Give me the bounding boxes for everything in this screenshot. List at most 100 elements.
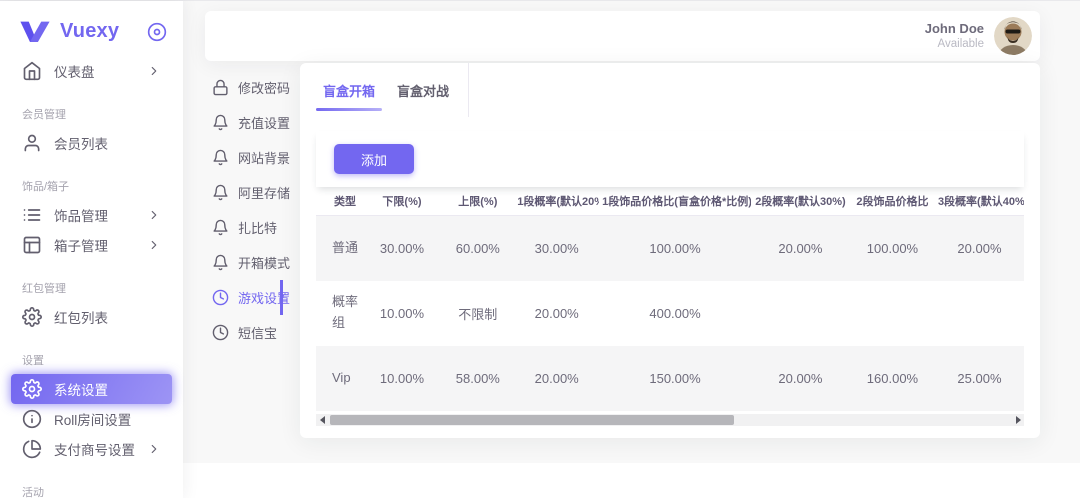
sidebar-item-label: 会员列表 <box>54 133 108 153</box>
bell-icon <box>212 254 229 271</box>
layout-icon <box>22 235 42 255</box>
table-column-header: 下限(%) <box>363 187 442 216</box>
table-column-header: 类型 <box>316 187 363 216</box>
add-button[interactable]: 添加 <box>334 144 414 174</box>
row-value-cell: 100.00% <box>850 216 935 281</box>
table-row: Vip10.00%58.00%20.00%150.00%20.00%160.00… <box>316 346 1024 411</box>
scrollbar-thumb[interactable] <box>330 415 734 425</box>
row-value-cell: 10.00% <box>363 281 442 346</box>
pie-chart-icon <box>22 439 42 459</box>
settings-menu-item-label: 修改密码 <box>238 78 290 97</box>
logo-row: Vuexy <box>0 1 183 56</box>
info-icon <box>22 409 42 429</box>
body-row: 修改密码充值设置网站背景阿里存储扎比特开箱模式游戏设置短信宝 盲盒开箱盲盒对战 … <box>183 63 1080 438</box>
row-value-cell <box>935 281 1024 346</box>
sidebar-section-label: 红包管理 <box>22 282 183 296</box>
scroll-right-arrow-icon[interactable] <box>1012 414 1024 426</box>
row-type-cell: 概率组 <box>316 281 363 346</box>
main-sidebar: Vuexy 仪表盘会员管理会员列表饰品/箱子饰品管理箱子管理红包管理红包列表设置… <box>0 1 183 498</box>
tabs: 盲盒开箱盲盒对战 <box>316 63 469 117</box>
table-toolbar: 添加 <box>316 131 1024 187</box>
chevron-right-icon <box>147 64 161 78</box>
top-header-bar: John Doe Available <box>205 11 1040 61</box>
sidebar-item-dashboard[interactable]: 仪表盘 <box>11 56 172 86</box>
settings-menu-item-zhabite[interactable]: 扎比特 <box>183 210 283 245</box>
sidebar-nav: 仪表盘会员管理会员列表饰品/箱子饰品管理箱子管理红包管理红包列表设置系统设置Ro… <box>0 56 183 498</box>
sidebar-item-accessory-management[interactable]: 饰品管理 <box>11 200 172 230</box>
row-value-cell: 100.00% <box>599 216 751 281</box>
table-column-header: 1段饰品价格比(盲盒价格*比例) <box>599 187 751 216</box>
table-column-header: 上限(%) <box>441 187 514 216</box>
settings-menu: 修改密码充值设置网站背景阿里存储扎比特开箱模式游戏设置短信宝 <box>183 63 300 350</box>
main-area: John Doe Available <box>183 1 1080 463</box>
row-value-cell: 20.00% <box>751 346 850 411</box>
table-row: 概率组10.00%不限制20.00%400.00% <box>316 281 1024 346</box>
sidebar-item-label: 红包列表 <box>54 307 108 327</box>
settings-menu-item-label: 阿里存储 <box>238 183 290 202</box>
row-value-cell: 150.00% <box>599 346 751 411</box>
clock-icon <box>212 324 229 341</box>
settings-menu-item-unbox-mode[interactable]: 开箱模式 <box>183 245 283 280</box>
sidebar-item-box-management[interactable]: 箱子管理 <box>11 230 172 260</box>
table-column-header: 2段概率(默认30%) <box>751 187 850 216</box>
sidebar-item-member-list[interactable]: 会员列表 <box>11 128 172 158</box>
sidebar-item-label: 系统设置 <box>54 379 108 399</box>
settings-menu-item-label: 开箱模式 <box>238 253 290 272</box>
chevron-right-icon <box>147 442 161 456</box>
row-value-cell <box>751 281 850 346</box>
row-value-cell: 160.00% <box>850 346 935 411</box>
user-icon <box>22 133 42 153</box>
sidebar-item-payment-merchant-settings[interactable]: 支付商号设置 <box>11 434 172 464</box>
sidebar-item-label: 支付商号设置 <box>54 439 135 459</box>
chevron-right-icon <box>147 208 161 222</box>
sidebar-item-label: 仪表盘 <box>54 61 95 81</box>
row-value-cell: 20.00% <box>935 216 1024 281</box>
home-icon <box>22 61 42 81</box>
sidebar-item-label: 饰品管理 <box>54 205 108 225</box>
app-page: Vuexy 仪表盘会员管理会员列表饰品/箱子饰品管理箱子管理红包管理红包列表设置… <box>0 0 1080 498</box>
gear-icon <box>22 307 42 327</box>
user-info: John Doe Available <box>925 21 984 52</box>
row-value-cell: 30.00% <box>514 216 599 281</box>
tabs-row: 盲盒开箱盲盒对战 <box>300 63 1040 117</box>
probability-table: 类型下限(%)上限(%)1段概率(默认20%)1段饰品价格比(盲盒价格*比例)2… <box>316 187 1024 411</box>
sidebar-item-label: Roll房间设置 <box>54 409 131 429</box>
tab-blindbox-battle[interactable]: 盲盒对战 <box>390 63 456 117</box>
settings-menu-item-site-background[interactable]: 网站背景 <box>183 140 283 175</box>
settings-menu-item-recharge-settings[interactable]: 充值设置 <box>183 105 283 140</box>
sidebar-section-label: 设置 <box>22 354 183 368</box>
row-value-cell: 20.00% <box>514 281 599 346</box>
brand-name: Vuexy <box>60 20 119 43</box>
bell-icon <box>212 149 229 166</box>
row-value-cell: 30.00% <box>363 216 442 281</box>
row-value-cell: 25.00% <box>935 346 1024 411</box>
row-value-cell: 10.00% <box>363 346 442 411</box>
row-value-cell: 400.00% <box>599 281 751 346</box>
row-type-cell: Vip <box>316 346 363 411</box>
user-avatar[interactable] <box>994 17 1032 55</box>
sidebar-item-redpacket-list[interactable]: 红包列表 <box>11 302 172 332</box>
tab-blindbox-open[interactable]: 盲盒开箱 <box>316 63 382 117</box>
scroll-left-arrow-icon[interactable] <box>316 414 328 426</box>
table-column-header: 2段饰品价格比 <box>850 187 935 216</box>
settings-menu-item-sms-bao[interactable]: 短信宝 <box>183 315 283 350</box>
table-column-header: 3段概率(默认40%) <box>935 187 1024 216</box>
row-value-cell: 20.00% <box>751 216 850 281</box>
scrollbar-track[interactable] <box>328 414 1012 426</box>
sidebar-item-label: 箱子管理 <box>54 235 108 255</box>
row-value-cell: 60.00% <box>441 216 514 281</box>
settings-menu-item-change-password[interactable]: 修改密码 <box>183 70 283 105</box>
sidebar-collapse-disc-icon[interactable] <box>147 22 167 42</box>
sidebar-item-roll-room-settings[interactable]: Roll房间设置 <box>11 404 172 434</box>
row-type-cell: 普通 <box>316 216 363 281</box>
settings-menu-item-ali-storage[interactable]: 阿里存储 <box>183 175 283 210</box>
sidebar-item-system-settings[interactable]: 系统设置 <box>11 374 172 404</box>
table-wrap: 类型下限(%)上限(%)1段概率(默认20%)1段饰品价格比(盲盒价格*比例)2… <box>316 187 1024 411</box>
bell-icon <box>212 184 229 201</box>
user-name: John Doe <box>925 21 984 37</box>
table-column-header: 1段概率(默认20%) <box>514 187 599 216</box>
settings-menu-item-game-settings[interactable]: 游戏设置 <box>183 280 283 315</box>
content-card: 盲盒开箱盲盒对战 添加 类型下限(%)上限(%)1段概率(默认20%)1段饰品价… <box>300 63 1040 438</box>
row-value-cell: 20.00% <box>514 346 599 411</box>
row-value-cell <box>850 281 935 346</box>
